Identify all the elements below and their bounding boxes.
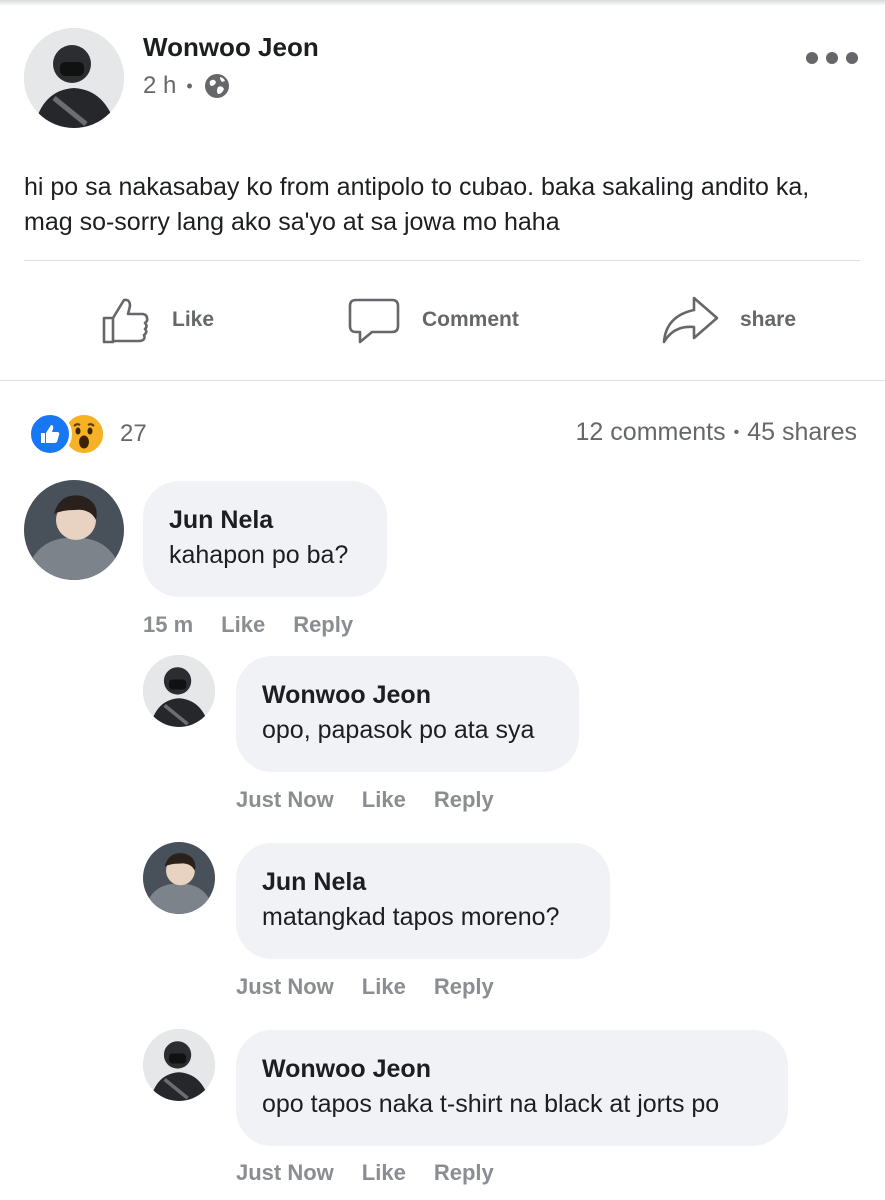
more-dot [846, 52, 858, 64]
like-button[interactable]: Like [100, 288, 214, 352]
share-button[interactable]: share [660, 288, 796, 352]
commenter-avatar[interactable] [24, 480, 124, 580]
avatar-person-dark-image [143, 655, 215, 727]
comment-reply-button[interactable]: Reply [434, 787, 494, 813]
comment-like-button[interactable]: Like [221, 612, 265, 638]
comment-label: Comment [422, 308, 519, 331]
like-reaction-icon [28, 412, 72, 456]
engagement-stats: 12 comments • 45 shares [576, 418, 857, 447]
comment-icon [348, 298, 400, 344]
post-time[interactable]: 2 h [143, 72, 176, 100]
comment-reply-button[interactable]: Reply [434, 974, 494, 1000]
comment-meta: Just Now Like Reply [236, 974, 522, 1000]
post-text: hi po sa nakasabay ko from antipolo to c… [24, 173, 810, 236]
reaction-count: 27 [120, 420, 147, 447]
share-count[interactable]: 45 shares [747, 418, 857, 447]
comment-bubble: Wonwoo Jeon opo tapos naka t-shirt na bl… [236, 1030, 788, 1146]
commenter-avatar[interactable] [143, 655, 215, 727]
thumbs-up-icon [102, 298, 149, 344]
share-label: share [740, 308, 797, 331]
comment-text: matangkad tapos moreno? [262, 903, 560, 931]
comment-like-button[interactable]: Like [362, 974, 406, 1000]
meta-separator: • [186, 75, 193, 96]
comment-count[interactable]: 12 comments [576, 418, 726, 447]
comment-author[interactable]: Jun Nela [262, 867, 584, 897]
comment-bubble: Jun Nela kahapon po ba? [143, 481, 387, 597]
comment-text: kahapon po ba? [169, 541, 349, 569]
top-shadow [0, 0, 885, 6]
comment-author[interactable]: Wonwoo Jeon [262, 680, 553, 710]
thumbs-up-icon [41, 425, 60, 443]
commenter-avatar[interactable] [143, 1029, 215, 1101]
comment-meta: Just Now Like Reply [236, 787, 522, 813]
post-author-name[interactable]: Wonwoo Jeon [143, 32, 319, 63]
comment-meta: 15 m Like Reply [143, 612, 381, 638]
commenter-avatar[interactable] [143, 842, 215, 914]
post-meta: 2 h • [143, 72, 231, 100]
globe-icon[interactable] [203, 72, 231, 100]
comment-meta: Just Now Like Reply [236, 1160, 522, 1186]
post-author-avatar[interactable] [24, 28, 124, 128]
like-label: Like [172, 308, 215, 331]
avatar-person-dark-image [24, 28, 124, 128]
reactions-summary[interactable]: 27 [28, 410, 147, 458]
avatar-person-grey-image [24, 480, 124, 580]
comment-reply-button[interactable]: Reply [293, 612, 353, 638]
comment-text: opo, papasok po ata sya [262, 716, 535, 744]
divider [24, 260, 860, 261]
comment-time: 15 m [143, 612, 194, 637]
comment-time: Just Now [236, 974, 334, 999]
comment-reply-button[interactable]: Reply [434, 1160, 494, 1186]
avatar-person-dark-image [143, 1029, 215, 1101]
comment-text: opo tapos naka t-shirt na black at jorts… [262, 1090, 720, 1118]
avatar-person-grey-image [143, 842, 215, 914]
more-dot [826, 52, 838, 64]
more-options-button[interactable] [806, 50, 858, 66]
comment-time: Just Now [236, 787, 334, 812]
comment-author[interactable]: Wonwoo Jeon [262, 1054, 762, 1084]
comment-like-button[interactable]: Like [362, 1160, 406, 1186]
comment-like-button[interactable]: Like [362, 787, 406, 813]
comment-author[interactable]: Jun Nela [169, 505, 361, 535]
post-actions-bar: Like Comment share [0, 288, 885, 352]
comment-bubble: Wonwoo Jeon opo, papasok po ata sya [236, 656, 579, 772]
stats-separator: • [733, 423, 740, 441]
comment-time: Just Now [236, 1160, 334, 1185]
comment-button[interactable]: Comment [346, 288, 519, 352]
divider [0, 380, 885, 381]
comment-bubble: Jun Nela matangkad tapos moreno? [236, 843, 610, 959]
share-icon [662, 296, 719, 344]
post-header: Wonwoo Jeon 2 h • [24, 28, 864, 128]
more-dot [806, 52, 818, 64]
